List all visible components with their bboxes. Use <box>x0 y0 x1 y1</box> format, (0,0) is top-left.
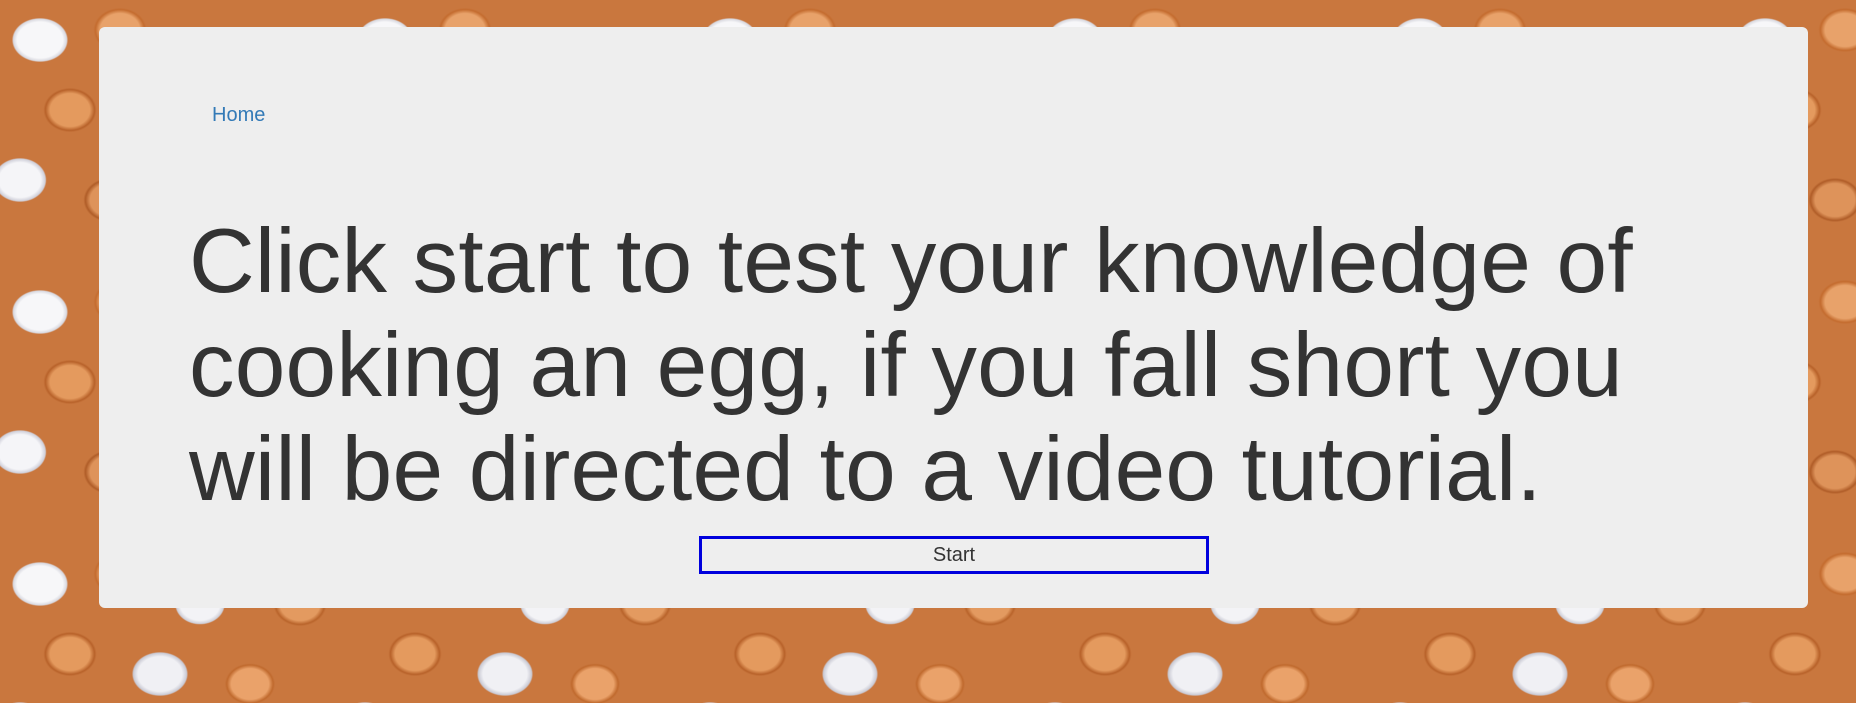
home-link[interactable]: Home <box>212 104 265 126</box>
main-panel: Home Click start to test your knowledge … <box>99 27 1808 608</box>
nav-item-home: Home <box>212 101 265 129</box>
page-headline: Click start to test your knowledge of co… <box>189 211 1633 520</box>
page-background: { "nav": { "home_label": "Home" }, "main… <box>0 0 1856 703</box>
start-button[interactable]: Start <box>699 536 1209 574</box>
nav-menu: Home <box>212 101 265 129</box>
